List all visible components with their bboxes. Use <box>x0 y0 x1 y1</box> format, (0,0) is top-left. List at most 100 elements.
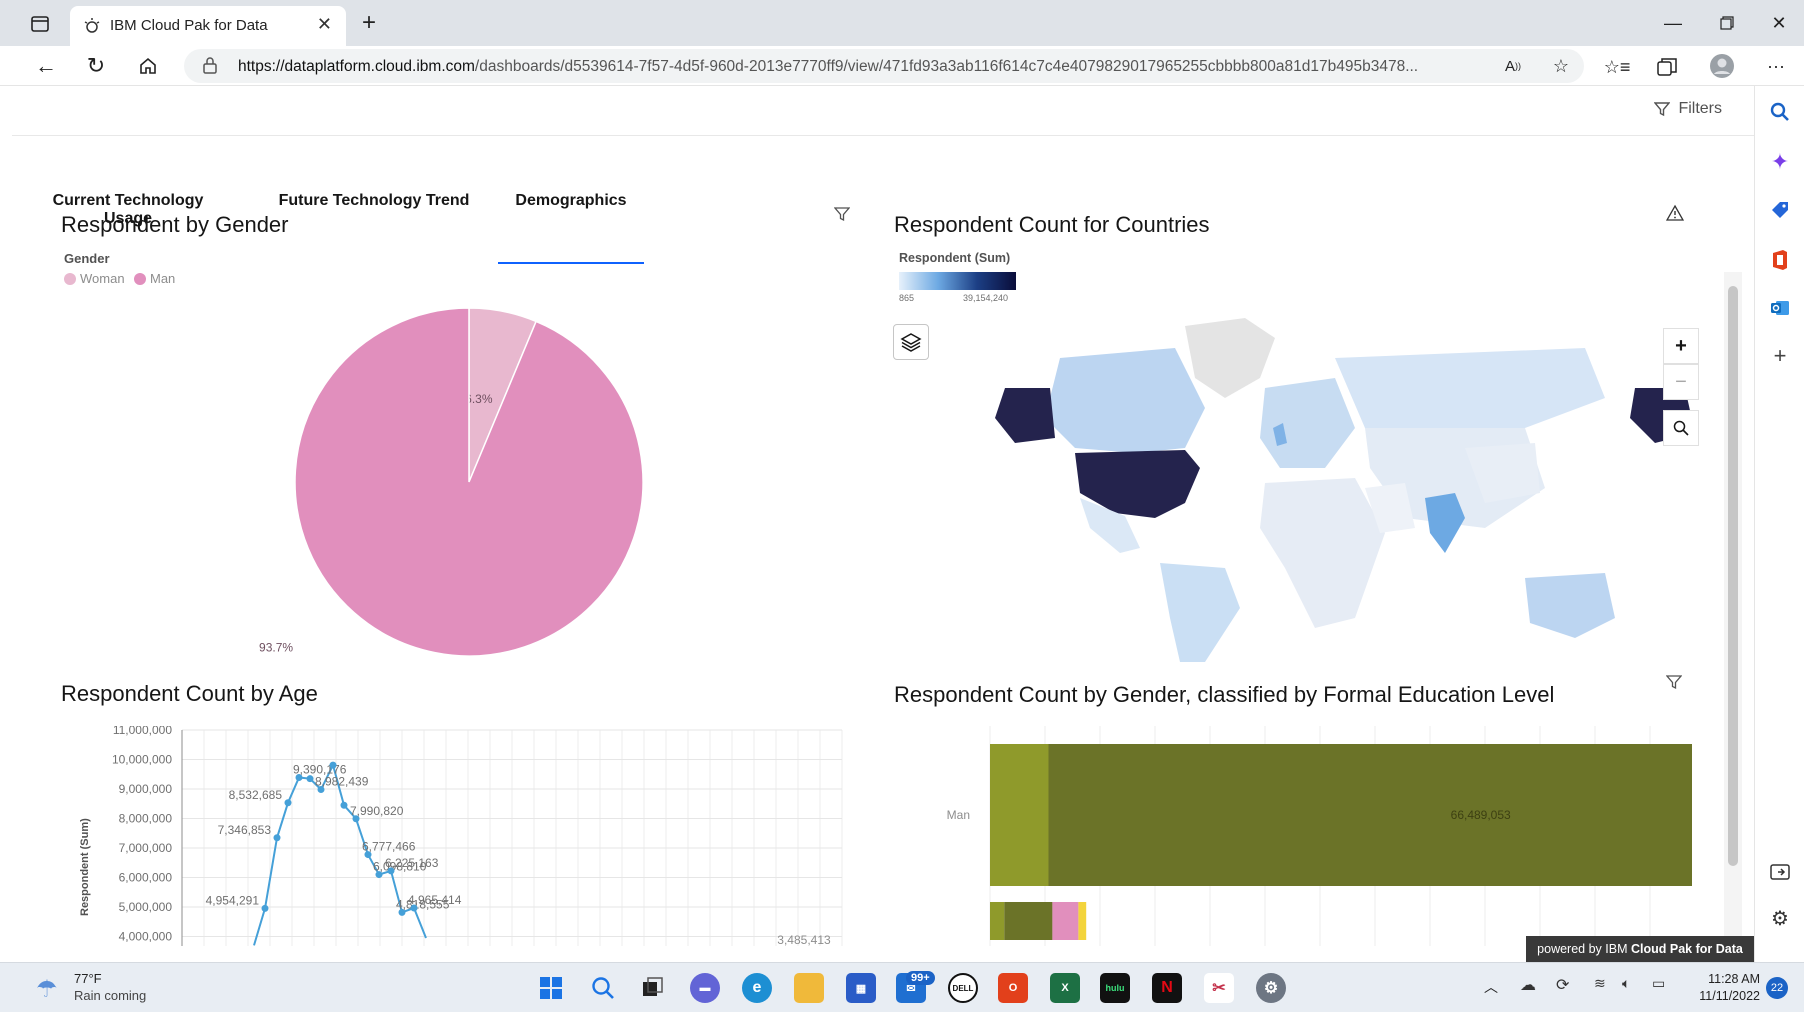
dashboard-scrollbar[interactable] <box>1724 272 1742 962</box>
favorite-add-icon[interactable]: ☆ <box>1550 55 1572 77</box>
education-bar-chart: 66,489,05331,012,05016,128,572ManGender <box>947 726 1692 946</box>
age-point <box>329 761 337 769</box>
refresh-icon[interactable]: ↻ <box>82 52 110 80</box>
notification-badge[interactable]: 22 <box>1766 977 1788 999</box>
zoom-out-label: − <box>1675 370 1687 393</box>
age-point <box>261 904 269 912</box>
age-point-label: 6,225,163 <box>385 856 439 870</box>
address-bar-row: ← ↻ https://dataplatform.cloud.ibm.com/d… <box>0 46 1804 86</box>
new-tab-icon[interactable]: + <box>356 9 382 36</box>
age-point <box>284 799 292 807</box>
world-map[interactable]: + − <box>885 318 1709 662</box>
dell-icon[interactable]: DELL <box>948 973 978 1003</box>
zoom-in-button[interactable]: + <box>1663 328 1699 364</box>
gender-legend-title: Gender <box>64 251 110 266</box>
scrollbar-thumb[interactable] <box>1728 286 1738 866</box>
age-point-label: 4,954,291 <box>206 893 260 907</box>
lock-icon <box>202 56 220 76</box>
pie-label: 93.7% <box>259 640 293 654</box>
age-point-label: 4,965,414 <box>408 893 462 907</box>
start-menu-icon[interactable] <box>536 973 566 1003</box>
age-point <box>340 801 348 809</box>
edu-category-label: Man <box>947 808 970 822</box>
legend-item-woman[interactable]: Woman <box>64 271 125 286</box>
settings-app-icon[interactable]: ⚙ <box>1256 973 1286 1003</box>
y-tick-label: 6,000,000 <box>119 871 173 885</box>
tab-current-technology-usage[interactable]: Current Technology Usage <box>30 136 226 264</box>
onedrive-icon[interactable]: ☁ <box>1520 975 1536 995</box>
hulu-icon[interactable]: hulu <box>1100 973 1130 1003</box>
tab-title: IBM Cloud Pak for Data <box>110 17 268 34</box>
outlook-icon[interactable] <box>1766 294 1794 322</box>
tab-label: Demographics <box>515 192 627 209</box>
legend-swatch <box>64 272 76 285</box>
warning-icon[interactable] <box>1665 204 1685 227</box>
legend-item-man[interactable]: Man <box>134 271 175 286</box>
edu-bar-segment <box>990 902 1005 940</box>
netflix-icon[interactable]: N <box>1152 973 1182 1003</box>
office-app-icon[interactable]: O <box>998 973 1028 1003</box>
shopping-tag-icon[interactable] <box>1766 196 1794 224</box>
age-point <box>306 775 314 783</box>
store-icon[interactable]: ▦ <box>846 973 876 1003</box>
copilot-icon[interactable]: ✦ <box>1766 148 1794 176</box>
home-icon[interactable] <box>134 52 162 80</box>
weather-widget[interactable]: ☂ 77°F Rain coming <box>36 971 176 1005</box>
map-search-button[interactable] <box>1663 410 1699 446</box>
tab-future-technology-trend[interactable]: Future Technology Trend <box>276 136 472 264</box>
task-view-icon[interactable] <box>638 973 668 1003</box>
search-icon[interactable] <box>1766 98 1794 126</box>
browser-tab-bar: IBM Cloud Pak for Data ✕ + — ✕ <box>0 0 1804 46</box>
restore-icon[interactable] <box>1712 10 1742 36</box>
panel-filter-icon[interactable] <box>833 206 851 227</box>
more-options-icon[interactable]: ··· <box>1762 52 1790 80</box>
browser-tab[interactable]: IBM Cloud Pak for Data ✕ <box>70 6 346 46</box>
close-window-icon[interactable]: ✕ <box>1764 10 1794 36</box>
close-tab-icon[interactable]: ✕ <box>317 14 332 35</box>
back-icon[interactable]: ← <box>32 52 60 80</box>
map-legend-gradient <box>899 272 1016 290</box>
office-icon[interactable] <box>1766 246 1794 274</box>
zoom-out-button[interactable]: − <box>1663 364 1699 400</box>
clock[interactable]: 11:28 AM 11/11/2022 <box>1688 971 1760 1005</box>
tab-demographics[interactable]: Demographics <box>498 136 644 264</box>
age-point <box>273 834 281 842</box>
url-field[interactable]: https://dataplatform.cloud.ibm.com/dashb… <box>184 49 1584 83</box>
excel-icon[interactable]: X <box>1050 973 1080 1003</box>
edu-bar-segment <box>990 744 1049 886</box>
minimize-icon[interactable]: — <box>1658 10 1688 36</box>
sync-icon[interactable]: ⟳ <box>1556 975 1569 995</box>
wifi-icon[interactable]: ≋ <box>1594 975 1606 992</box>
age-point-label: 7,346,853 <box>218 823 272 837</box>
filters-button[interactable]: Filters <box>1654 100 1722 118</box>
map-layers-button[interactable] <box>893 324 929 360</box>
settings-gear-icon[interactable]: ⚙ <box>1766 904 1794 932</box>
age-line-chart: 11,000,000 10,000,000 9,000,000 8,000,000 7,… <box>79 726 843 946</box>
panel-filter-icon[interactable] <box>1665 674 1683 695</box>
sidebar-hide-icon[interactable] <box>1766 858 1794 886</box>
taskbar-search-icon[interactable] <box>588 973 618 1003</box>
edu-bar-segment <box>1048 744 1692 886</box>
file-explorer-icon[interactable] <box>794 973 824 1003</box>
profile-avatar-icon[interactable] <box>1708 52 1736 80</box>
edu-bar-segment <box>1078 902 1087 940</box>
favorites-icon[interactable]: ☆≡ <box>1604 54 1631 80</box>
y-tick-label: 11,000,000 <box>113 726 172 737</box>
collections-icon[interactable] <box>1654 54 1680 80</box>
battery-icon[interactable]: ▭ <box>1652 975 1665 992</box>
powered-prefix: powered by IBM <box>1537 942 1628 956</box>
url-path: /dashboards/d5539614-7f57-4d5f-960d-2013… <box>474 58 1419 75</box>
snipping-tool-icon[interactable]: ✂ <box>1204 973 1234 1003</box>
read-aloud-icon[interactable]: A)) <box>1502 55 1524 77</box>
map-region-greenland <box>1185 318 1275 398</box>
edge-browser-icon[interactable]: e <box>742 973 772 1003</box>
volume-icon[interactable]: 🔈︎ <box>1622 975 1630 992</box>
teams-chat-icon[interactable]: ▬ <box>690 973 720 1003</box>
dashboard-tabs: Current Technology Usage Future Technolo… <box>12 136 1742 272</box>
tray-chevron-icon[interactable]: ︿ <box>1484 977 1498 997</box>
age-annotation: 3,485,413 <box>777 933 831 946</box>
add-sidebar-icon[interactable]: + <box>1766 342 1794 370</box>
filters-label: Filters <box>1678 100 1722 117</box>
tab-actions-icon[interactable] <box>28 12 52 36</box>
y-tick-label: 5,000,000 <box>119 900 173 914</box>
